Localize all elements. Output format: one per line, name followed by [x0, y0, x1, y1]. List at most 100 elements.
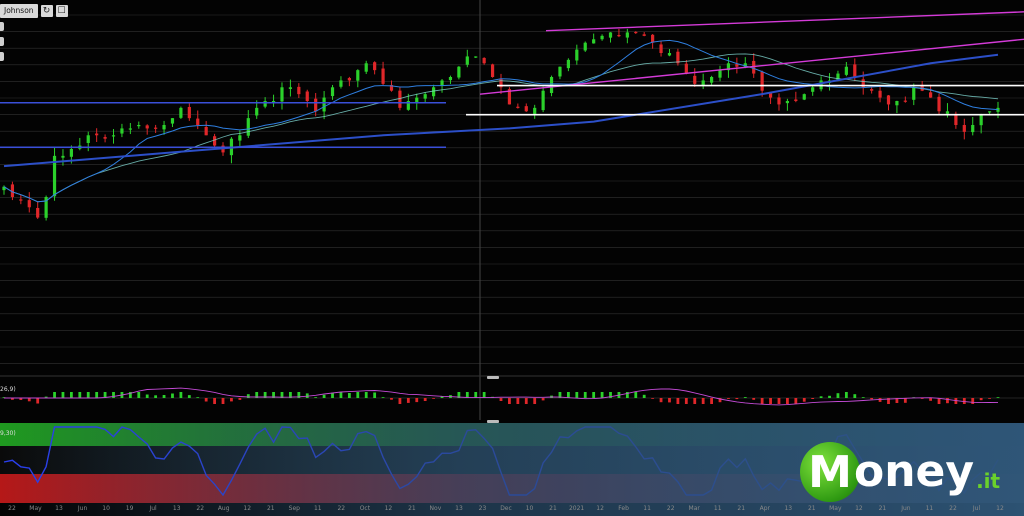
candle-body	[356, 70, 360, 81]
candle-body	[634, 31, 638, 34]
candle	[95, 128, 99, 143]
x-tick-label: Dec	[500, 505, 512, 512]
macd-bar	[162, 395, 166, 398]
candle	[735, 57, 739, 74]
x-tick-label: 11	[926, 505, 934, 512]
logo-mark: M	[800, 442, 860, 502]
macd-bar	[86, 392, 90, 398]
macd-bar	[828, 395, 831, 398]
macd-bar	[946, 398, 949, 404]
macd-bar	[499, 398, 503, 401]
x-tick-label: 13	[784, 505, 792, 512]
candle	[86, 131, 90, 152]
candle	[667, 49, 672, 57]
candle	[339, 76, 343, 89]
x-tick-label: Jun	[77, 505, 88, 512]
money-it-logo: M oney .it	[800, 432, 1000, 502]
candle	[415, 93, 419, 110]
candle	[979, 113, 983, 134]
candle	[179, 106, 183, 119]
candle-body	[482, 57, 486, 64]
candle-body	[364, 63, 368, 72]
macd-bar	[971, 398, 975, 404]
macd-bar	[347, 393, 351, 398]
candle	[457, 66, 461, 80]
chart-header: Johnson ↻ ☐	[0, 4, 68, 18]
x-tick-label: Mar	[689, 505, 701, 512]
candle	[246, 110, 250, 139]
x-tick-label: May	[829, 505, 842, 512]
candle-body	[785, 101, 790, 104]
macd-bar	[356, 392, 360, 398]
macd-bar	[406, 398, 410, 403]
candle	[592, 33, 596, 44]
candle	[903, 96, 907, 103]
candle	[322, 91, 326, 120]
candle	[937, 93, 941, 116]
candle	[971, 116, 975, 136]
candle	[314, 92, 318, 117]
candle-body	[280, 87, 284, 102]
side-button-1[interactable]	[0, 22, 4, 31]
x-tick-label: 11	[714, 505, 722, 512]
x-tick-label: Feb	[618, 505, 629, 512]
candle-body	[642, 34, 646, 36]
candle-body	[128, 128, 132, 130]
candle-body	[347, 78, 351, 81]
candle-body	[954, 113, 958, 125]
candle-body	[145, 125, 149, 129]
candle-body	[667, 53, 672, 56]
pane-resize-handle-2[interactable]	[487, 420, 499, 423]
candle-body	[844, 66, 848, 75]
candle	[785, 98, 790, 111]
macd-bar	[322, 394, 326, 398]
candle	[886, 95, 891, 111]
macd-bar	[171, 393, 174, 398]
candle-body	[179, 107, 183, 118]
x-tick-label: Jul	[972, 505, 981, 512]
candle	[36, 201, 40, 219]
macd-bar	[701, 398, 705, 404]
candle	[625, 28, 629, 44]
refresh-icon[interactable]: ↻	[40, 5, 53, 17]
side-button-2[interactable]	[0, 37, 4, 46]
macd-bar	[36, 398, 40, 404]
candle-body	[718, 70, 722, 78]
candle	[760, 70, 764, 97]
macd-bar	[735, 398, 739, 400]
macd-bar	[78, 392, 82, 398]
candle-body	[987, 111, 992, 113]
macd-bar	[743, 397, 747, 398]
side-button-3[interactable]	[0, 52, 4, 61]
macd-bar	[853, 394, 857, 398]
macd-bar	[979, 398, 983, 401]
candle	[490, 63, 495, 78]
candle-body	[701, 80, 705, 86]
x-tick-label: 13	[173, 505, 181, 512]
macd-bar	[929, 398, 933, 401]
candle-body	[423, 94, 427, 99]
candle-body	[566, 59, 570, 69]
candle	[895, 100, 899, 114]
macd-bar	[844, 392, 848, 398]
macd-bar	[398, 398, 402, 404]
x-tick-label: 22	[8, 505, 16, 512]
pane-resize-handle-1[interactable]	[487, 376, 499, 379]
macd-bar	[819, 396, 823, 398]
symbol-label[interactable]: Johnson	[0, 4, 38, 18]
candle	[929, 84, 933, 98]
checkbox-icon[interactable]: ☐	[55, 5, 68, 17]
candle	[448, 75, 453, 85]
macd-bar	[777, 398, 781, 404]
candle-body	[490, 64, 495, 77]
x-tick-label: 23	[479, 505, 487, 512]
macd-bar	[668, 398, 671, 403]
candle	[204, 121, 208, 136]
candle-body	[516, 106, 520, 108]
candle-body	[945, 111, 950, 114]
candle	[44, 195, 48, 221]
logo-suffix: .it	[976, 469, 1001, 493]
x-tick-label: 22	[196, 505, 204, 512]
x-tick-label: 21	[267, 505, 275, 512]
candle	[280, 82, 284, 110]
